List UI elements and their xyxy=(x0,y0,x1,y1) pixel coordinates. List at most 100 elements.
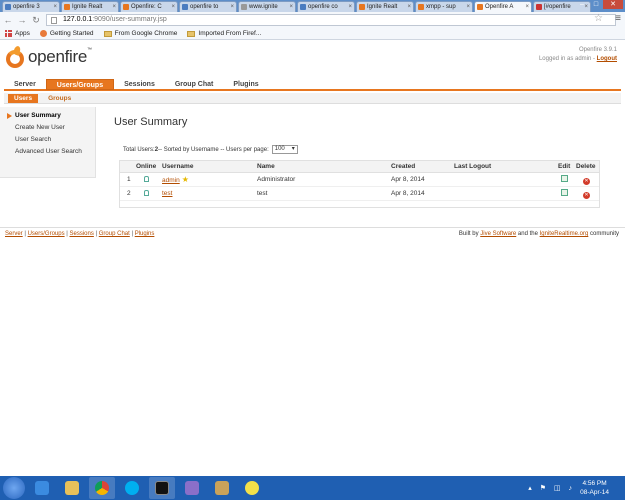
taskbar-explorer[interactable] xyxy=(59,477,85,499)
tab-group-chat[interactable]: Group Chat xyxy=(165,79,224,90)
sidebar-item-user-summary[interactable]: User Summary xyxy=(0,110,95,122)
ignite-link[interactable]: IgniteRealtime.org xyxy=(540,231,589,237)
app-icon xyxy=(185,481,199,495)
edit-icon[interactable] xyxy=(561,175,568,182)
sidebar-item-user-search[interactable]: User Search xyxy=(0,134,95,146)
version-label: Openfire 3.9.1 xyxy=(578,47,617,53)
browser-tab[interactable]: openfire co × xyxy=(297,1,355,12)
table-row: 2 test test Apr 8, 2014 ✕ xyxy=(120,187,599,201)
taskbar-app[interactable] xyxy=(179,477,205,499)
reload-icon[interactable]: ↻ xyxy=(30,14,42,26)
browser-tab[interactable]: Ignite Realt × xyxy=(356,1,414,12)
footer-link-sessions[interactable]: Sessions xyxy=(70,231,94,237)
tab-close-icon[interactable]: × xyxy=(407,4,413,10)
maximize-icon[interactable]: □ xyxy=(589,0,603,9)
user-table: Online Username Name Created Last Logout… xyxy=(119,160,600,208)
browser-tab[interactable]: www.ignite × xyxy=(238,1,296,12)
gmail-favicon-icon xyxy=(536,4,542,10)
browser-tab[interactable]: xmpp - sup × xyxy=(415,1,473,12)
sidebar: User Summary Create New User User Search… xyxy=(0,107,96,178)
tab-plugins[interactable]: Plugins xyxy=(223,79,268,90)
terminal-icon xyxy=(155,481,169,495)
folder-icon xyxy=(187,30,196,37)
table-row: 1 admin ★ Administrator Apr 8, 2014 ✕ xyxy=(120,173,599,187)
tab-close-icon[interactable]: × xyxy=(525,4,531,10)
window-controls: – □ ✕ xyxy=(575,0,623,9)
username-link[interactable]: admin xyxy=(162,177,180,184)
tab-favicon-icon xyxy=(477,4,483,10)
taskbar-chrome[interactable] xyxy=(89,477,115,499)
browser-tab[interactable]: Ignite Realt × xyxy=(61,1,119,12)
page-icon xyxy=(51,17,57,24)
subtab-users[interactable]: Users xyxy=(8,93,39,103)
subtab-groups[interactable]: Groups xyxy=(42,94,77,103)
firefox-icon xyxy=(39,30,47,37)
footer-link-group-chat[interactable]: Group Chat xyxy=(99,231,130,237)
internet-explorer-icon xyxy=(35,481,49,495)
tab-close-icon[interactable]: × xyxy=(348,4,354,10)
browser-menu-icon[interactable]: ≡ xyxy=(615,13,621,24)
offline-user-icon xyxy=(144,190,149,196)
browser-tab[interactable]: openfire 3 × xyxy=(2,1,60,12)
folder-icon xyxy=(103,30,112,37)
url-input[interactable]: 127.0.0.1:9090/user-summary.jsp xyxy=(46,14,616,26)
taskbar-app[interactable] xyxy=(239,477,265,499)
tab-close-icon[interactable]: × xyxy=(289,4,295,10)
system-tray[interactable]: ▴ ⚑ ◫ ♪ xyxy=(528,484,575,492)
jive-link[interactable]: Jive Software xyxy=(480,231,516,237)
logout-link[interactable]: Logout xyxy=(597,56,617,62)
sidebar-item-create-new-user[interactable]: Create New User xyxy=(0,122,95,134)
footer-link-users-groups[interactable]: Users/Groups xyxy=(28,231,65,237)
browser-tab[interactable]: openfire to × xyxy=(179,1,237,12)
tab-close-icon[interactable]: × xyxy=(53,4,59,10)
edit-icon[interactable] xyxy=(561,189,568,196)
bookmark-getting-started[interactable]: Getting Started xyxy=(39,30,94,37)
start-button[interactable] xyxy=(3,477,25,499)
skype-icon xyxy=(125,481,139,495)
close-window-icon[interactable]: ✕ xyxy=(603,0,623,9)
delete-icon[interactable]: ✕ xyxy=(583,192,590,199)
login-status: Logged in as admin - Logout xyxy=(538,56,617,62)
username-link[interactable]: test xyxy=(162,190,172,197)
tab-close-icon[interactable]: × xyxy=(112,4,118,10)
browser-tab-active[interactable]: Openfire A × xyxy=(474,1,532,12)
taskbar-skype[interactable] xyxy=(119,477,145,499)
taskbar-ie[interactable] xyxy=(29,477,55,499)
totals-line: Total Users: 2 -- Sorted by Username -- … xyxy=(123,145,298,154)
taskbar: ▴ ⚑ ◫ ♪ 4:56 PM 08-Apr-14 xyxy=(0,476,625,500)
openfire-logo[interactable]: openfire™ xyxy=(5,45,92,68)
back-icon[interactable]: ← xyxy=(2,14,14,26)
browser-tab[interactable]: Openfire: C × xyxy=(120,1,178,12)
footer-link-server[interactable]: Server xyxy=(5,231,23,237)
minimize-icon[interactable]: – xyxy=(575,0,589,9)
bookmark-star-icon[interactable]: ☆ xyxy=(594,13,603,24)
sidebar-item-advanced-user-search[interactable]: Advanced User Search xyxy=(0,146,95,158)
taskbar-app[interactable] xyxy=(209,477,235,499)
tab-close-icon[interactable]: × xyxy=(171,4,177,10)
footer-link-plugins[interactable]: Plugins xyxy=(135,231,155,237)
taskbar-clock[interactable]: 4:56 PM 08-Apr-14 xyxy=(580,479,609,497)
offline-user-icon xyxy=(144,176,149,182)
tab-favicon-icon xyxy=(418,4,424,10)
bookmark-folder-firefox[interactable]: Imported From Firef... xyxy=(187,30,261,37)
bookmark-folder-chrome[interactable]: From Google Chrome xyxy=(103,30,177,37)
tab-favicon-icon xyxy=(64,4,70,10)
lightbulb-icon xyxy=(245,481,259,495)
taskbar-terminal[interactable] xyxy=(149,477,175,499)
tab-users-groups[interactable]: Users/Groups xyxy=(45,79,115,90)
users-per-page-select[interactable]: 100 xyxy=(271,145,298,154)
app-icon xyxy=(215,481,229,495)
tab-sessions[interactable]: Sessions xyxy=(114,79,165,90)
delete-icon[interactable]: ✕ xyxy=(583,178,590,185)
forward-icon[interactable]: → xyxy=(16,14,28,26)
bookmark-apps[interactable]: Apps xyxy=(5,30,30,37)
tab-close-icon[interactable]: × xyxy=(466,4,472,10)
bookmarks-bar: Apps Getting Started From Google Chrome … xyxy=(0,28,625,40)
main-nav: Server Users/Groups Sessions Group Chat … xyxy=(4,79,621,91)
tab-favicon-icon xyxy=(182,4,188,10)
tab-server[interactable]: Server xyxy=(4,79,46,90)
address-bar-row: ← → ↻ 127.0.0.1:9090/user-summary.jsp xyxy=(0,12,625,28)
chrome-icon xyxy=(95,481,109,495)
tab-favicon-icon xyxy=(123,4,129,10)
tab-close-icon[interactable]: × xyxy=(230,4,236,10)
